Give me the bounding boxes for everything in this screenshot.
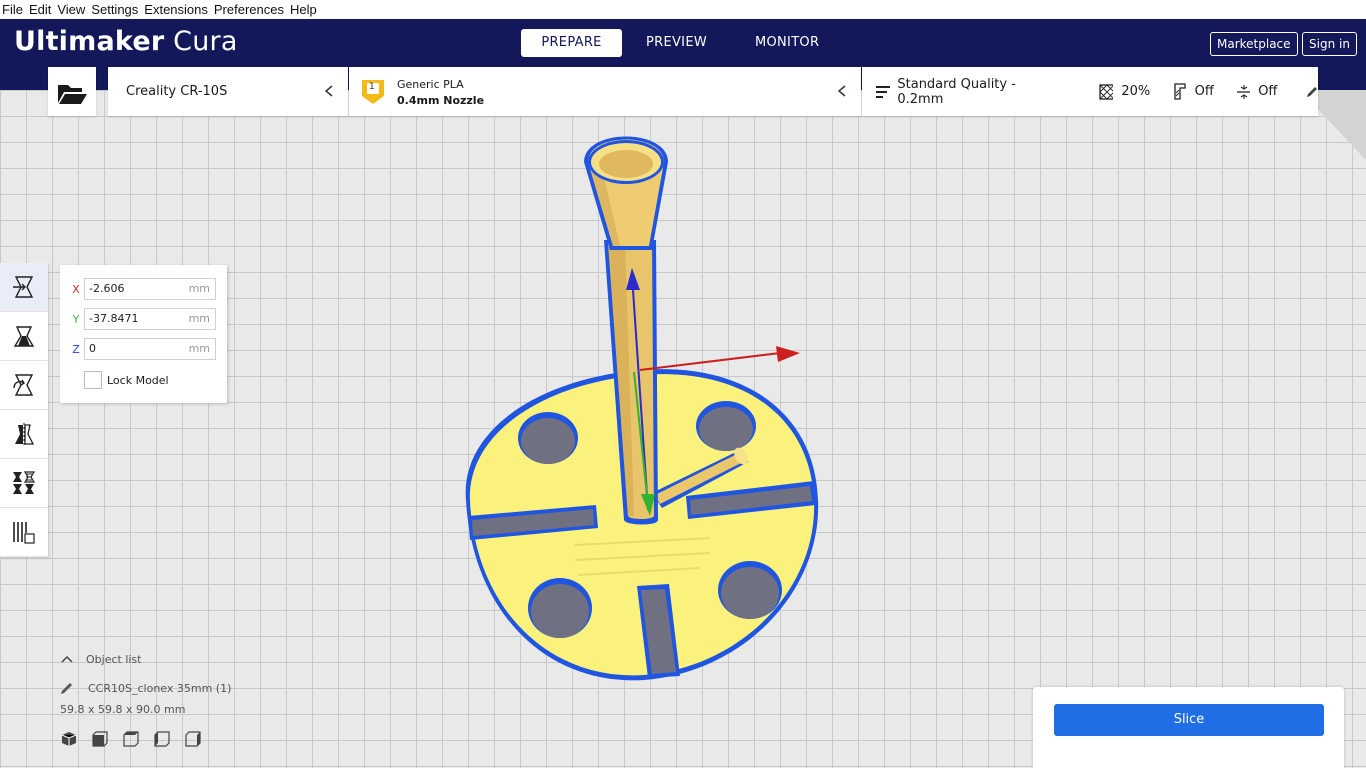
folder-icon: [58, 85, 87, 104]
slice-button[interactable]: Slice: [1054, 704, 1324, 736]
adhesion-value: Off: [1258, 84, 1278, 99]
x-unit: mm: [188, 282, 210, 295]
material-selector[interactable]: 1 Generic PLA 0.4mm Nozzle: [349, 67, 861, 116]
y-axis-row: Y -37.8471 mm: [60, 307, 216, 331]
per-model-settings-icon: [13, 471, 36, 494]
object-name: CCR10S_clonex 35mm (1): [88, 681, 232, 695]
quality-icon: [876, 85, 891, 98]
mirror-tool-button[interactable]: [0, 410, 48, 459]
chevron-left-icon: [324, 85, 333, 97]
lock-model-checkbox[interactable]: [84, 371, 102, 389]
slice-panel: Slice: [1033, 687, 1344, 768]
per-model-settings-button[interactable]: [0, 459, 48, 508]
extruder-number: 1: [369, 82, 375, 92]
lock-model-label: Lock Model: [107, 373, 169, 387]
chevron-up-icon: [61, 655, 73, 663]
object-list: Object list CCR10S_clonex 35mm (1) 59.8 …: [60, 650, 231, 748]
left-view-icon[interactable]: [153, 730, 171, 748]
support-blocker-icon: [13, 522, 35, 544]
move-tool-button[interactable]: [0, 263, 48, 312]
nozzle-size: 0.4mm Nozzle: [397, 94, 485, 107]
open-file-button[interactable]: [48, 67, 96, 116]
view-orientation-buttons: [60, 730, 231, 748]
infill-icon: [1099, 83, 1114, 100]
rotate-icon: [13, 374, 34, 396]
mirror-icon: [15, 423, 35, 445]
support-icon: [1174, 83, 1186, 100]
z-unit: mm: [188, 342, 210, 355]
object-list-title: Object list: [86, 652, 142, 666]
rotate-tool-button[interactable]: [0, 361, 48, 410]
z-axis-row: Z 0 mm: [60, 337, 216, 361]
print-settings-button[interactable]: Standard Quality - 0.2mm 20% Off Off: [862, 67, 1318, 116]
x-axis-row: X -2.606 mm: [60, 277, 216, 301]
right-view-icon[interactable]: [184, 730, 202, 748]
x-value: -2.606: [89, 282, 125, 295]
lock-model-row: Lock Model: [84, 371, 169, 389]
front-view-icon[interactable]: [91, 730, 109, 748]
chevron-left-icon: [837, 85, 846, 97]
scale-icon: [13, 326, 35, 347]
move-icon: [13, 276, 34, 298]
scale-tool-button[interactable]: [0, 312, 48, 361]
y-unit: mm: [188, 312, 210, 325]
y-position-input[interactable]: -37.8471 mm: [84, 308, 216, 330]
infill-value: 20%: [1121, 84, 1151, 99]
object-item[interactable]: CCR10S_clonex 35mm (1): [60, 679, 231, 697]
quality-label: Standard Quality - 0.2mm: [897, 76, 1016, 107]
pencil-icon: [61, 683, 72, 694]
printer-selector[interactable]: Creality CR-10S: [108, 67, 348, 116]
printer-name: Creality CR-10S: [126, 84, 228, 99]
top-view-icon[interactable]: [122, 730, 140, 748]
object-dimensions: 59.8 x 59.8 x 90.0 mm: [60, 703, 186, 716]
z-value: 0: [89, 342, 96, 355]
support-blocker-button[interactable]: [0, 508, 48, 557]
tool-bar: [0, 263, 48, 557]
pencil-icon[interactable]: [1305, 85, 1318, 99]
material-name: Generic PLA: [397, 78, 464, 91]
z-position-input[interactable]: 0 mm: [84, 338, 216, 360]
adhesion-icon: [1236, 84, 1251, 99]
y-value: -37.8471: [89, 312, 139, 325]
move-panel: X -2.606 mm Y -37.8471 mm Z 0 mm Lock Mo…: [60, 265, 227, 403]
support-value: Off: [1194, 84, 1214, 99]
x-position-input[interactable]: -2.606 mm: [84, 278, 216, 300]
3d-view-icon[interactable]: [60, 730, 78, 748]
object-list-header[interactable]: Object list: [60, 650, 231, 668]
